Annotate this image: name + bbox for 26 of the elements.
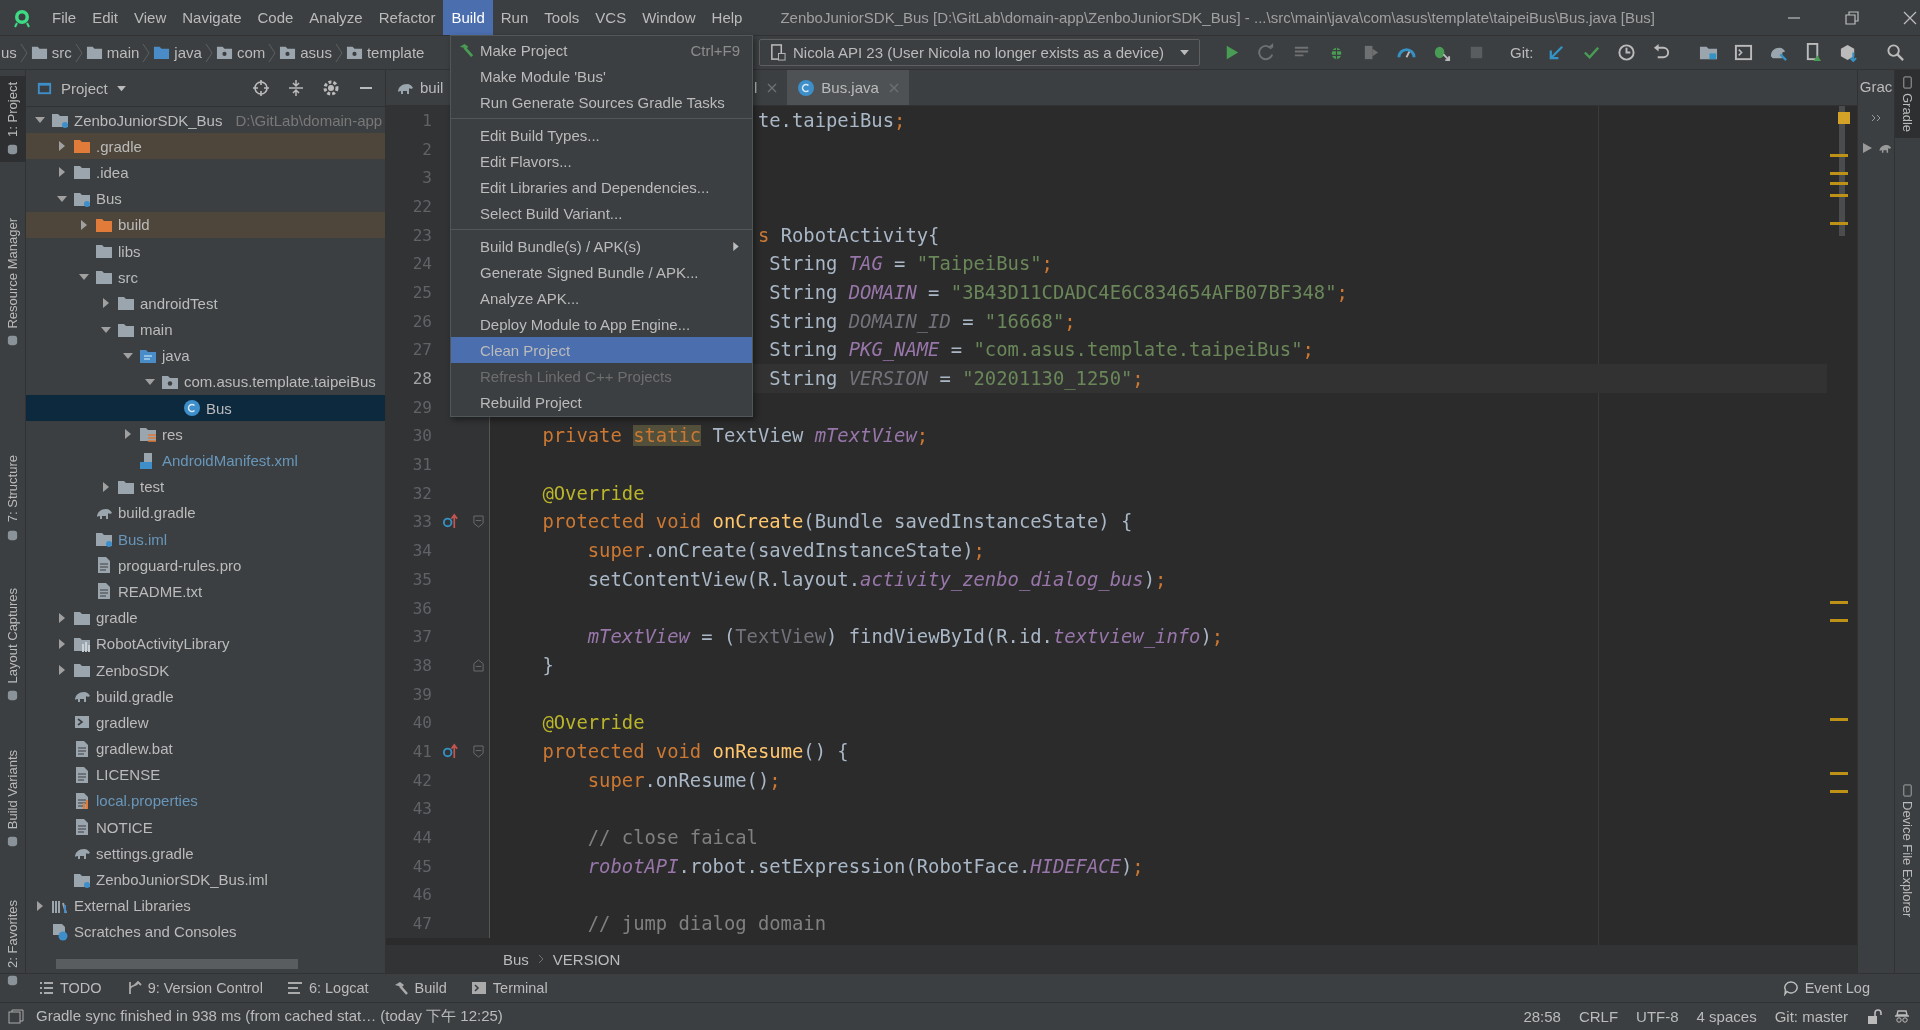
code-line: String DOMAIN_ID = "16668";: [768, 310, 1076, 332]
code-line: protected void onCreate(Bundle savedInstanceState) {: [541, 511, 1133, 533]
code-line: String PKG_NAME = "com.asus.template.taipeiBus";: [768, 339, 1314, 361]
code-line: // jump dialog domain: [586, 913, 826, 935]
code-line: String TAG = "TaipeiBus";: [768, 253, 1053, 275]
code-line: }: [541, 654, 554, 676]
code-line: robotAPI.robot.setExpression(RobotFace.HIDEFACE);: [586, 855, 1144, 877]
code-line: super.onCreate(savedInstanceState);: [586, 540, 985, 562]
code-line: setContentView(R.layout.activity_zenbo_dialog_bus);: [586, 568, 1167, 590]
status-message: Gradle sync finished in 938 ms (from cached stat… (today 下午 12:25): [36, 1007, 503, 1026]
code-line: // close faical: [586, 827, 758, 849]
code-line: @Override: [541, 482, 645, 504]
code-line: protected void onResume() {: [541, 740, 849, 762]
code-line: String DOMAIN = "3B43D11CDADC4E6C834654AFB07BF348";: [768, 281, 1348, 303]
line-number: 28: [411, 369, 432, 389]
code-line: super.onResume();: [586, 769, 781, 791]
panel-title: Grac: [1859, 78, 1893, 95]
window-title: ZenboJuniorSDK_Bus [D:\GitLab\domain-app\ZenboJuniorSDK_Bus] - ...\src\main\java\com\asus\template\taipeiBus\Bus.java [Bus]: [780, 9, 1655, 26]
code-line: te.taipeiBus;: [757, 109, 906, 131]
code-line: mTextView = (TextView) findViewById(R.id.textview_info);: [586, 626, 1224, 648]
code-line: String VERSION = "20201130_1250";: [768, 368, 1144, 390]
code-line: s RobotActivity{: [757, 224, 940, 246]
git-label: Git:: [1510, 44, 1534, 61]
path-hint: D:\GitLab\domain-app: [235, 111, 383, 129]
code-line: @Override: [541, 712, 645, 734]
code-line: private static TextView mTextView;: [541, 425, 929, 447]
